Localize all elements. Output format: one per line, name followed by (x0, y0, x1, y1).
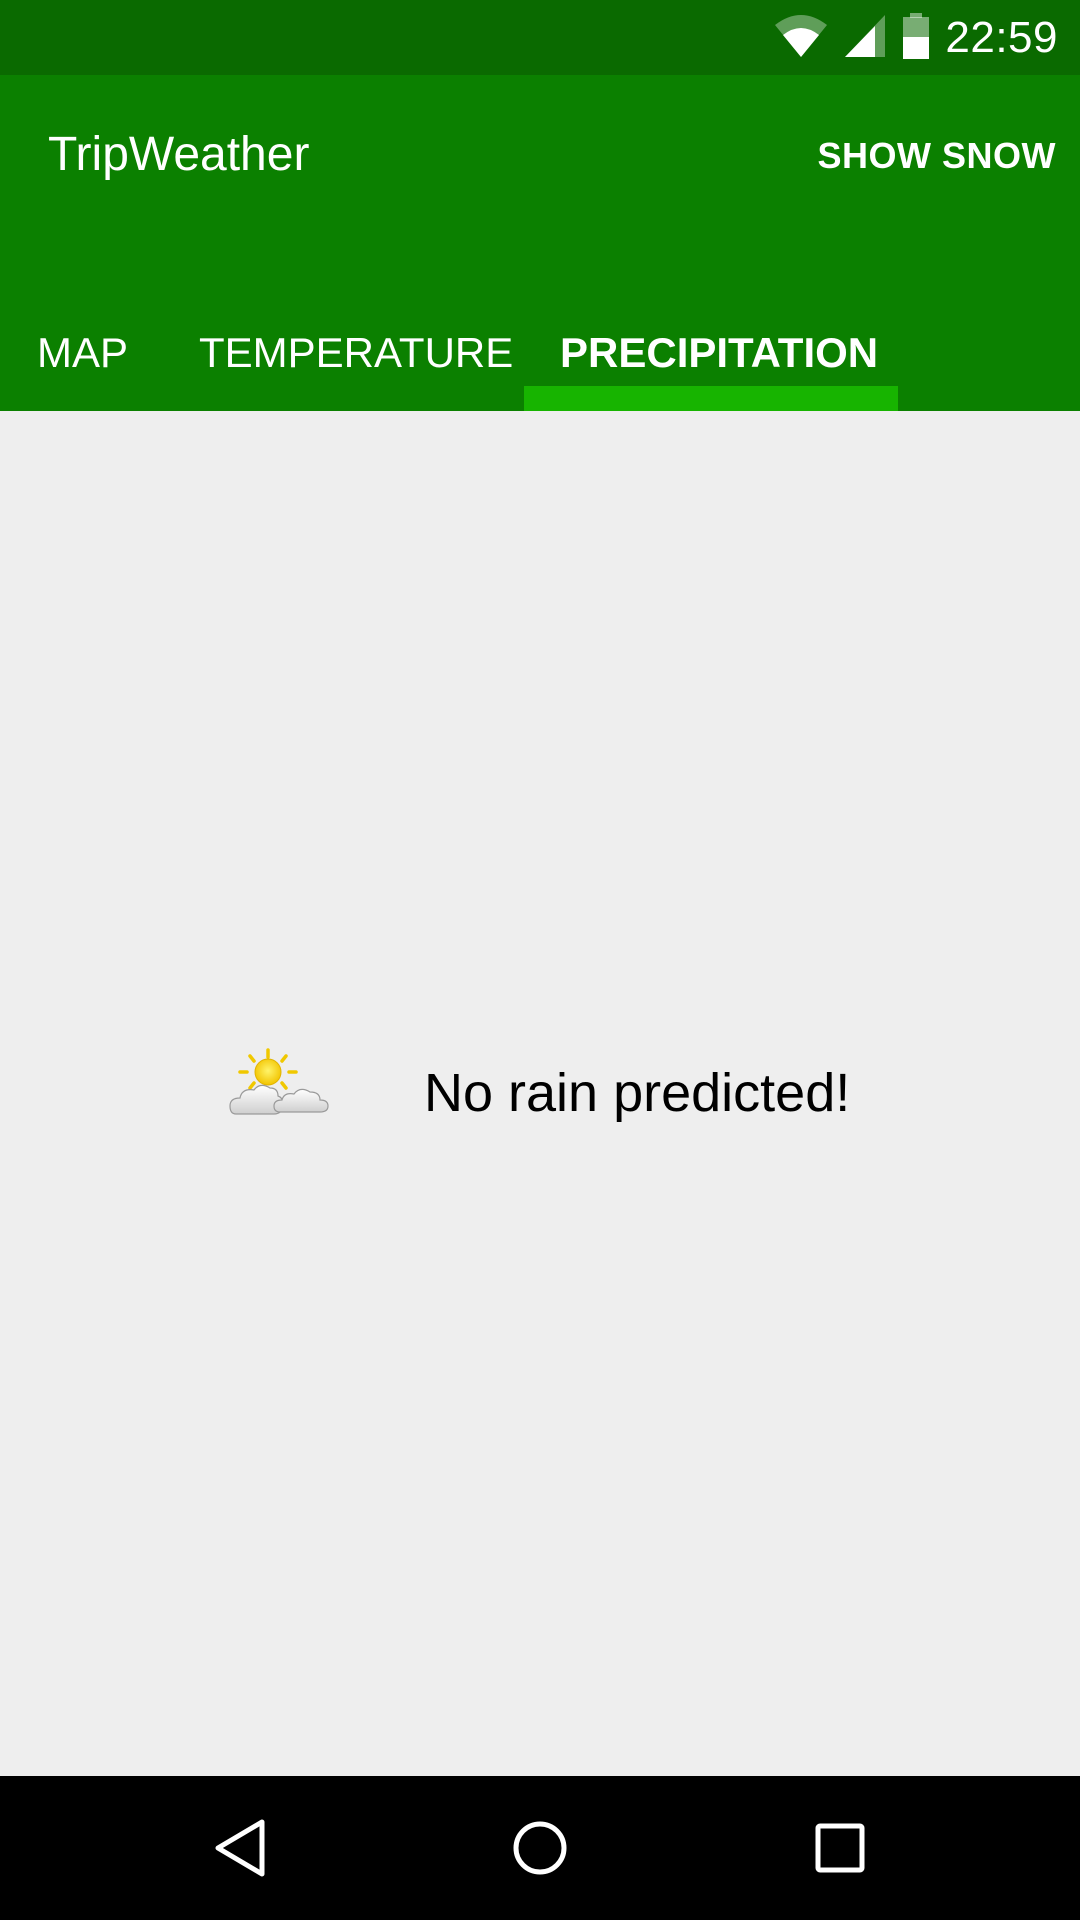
recents-icon[interactable] (804, 1812, 876, 1884)
status-bar: 22:59 (0, 0, 1080, 75)
navigation-bar (0, 1776, 1080, 1920)
no-rain-message: No rain predicted! (424, 1063, 851, 1123)
back-icon[interactable] (204, 1812, 276, 1884)
home-icon[interactable] (504, 1812, 576, 1884)
app-title: TripWeather (48, 128, 310, 181)
status-time: 22:59 (945, 13, 1058, 62)
app-bar: TripWeather SHOW SNOW MAP TEMPERATURE PR… (0, 75, 1080, 411)
wifi-icon (773, 13, 829, 64)
partly-sunny-icon (228, 1048, 332, 1124)
battery-icon (901, 12, 931, 64)
cellular-signal-icon (843, 13, 887, 64)
tab-map[interactable]: MAP (37, 300, 128, 411)
show-snow-button[interactable]: SHOW SNOW (818, 135, 1056, 177)
tab-temperature[interactable]: TEMPERATURE (199, 300, 513, 411)
tab-indicator (524, 386, 898, 411)
status-icons: 22:59 (773, 10, 1058, 66)
